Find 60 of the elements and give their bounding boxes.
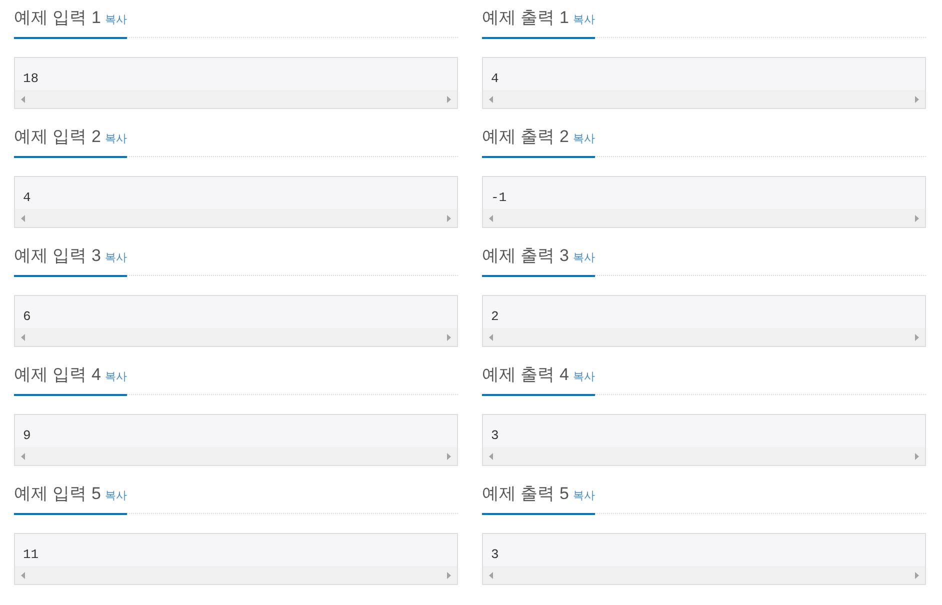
- scroll-right-icon[interactable]: [447, 214, 451, 222]
- horizontal-scrollbar[interactable]: [483, 90, 925, 108]
- horizontal-scrollbar[interactable]: [15, 90, 457, 108]
- scroll-left-icon[interactable]: [489, 572, 493, 578]
- scroll-right-icon[interactable]: [915, 452, 919, 460]
- sample-text: 9: [23, 428, 31, 443]
- scroll-left-icon[interactable]: [21, 96, 25, 102]
- horizontal-scrollbar[interactable]: [15, 566, 457, 584]
- sample-title: 예제 출력 2: [482, 126, 569, 148]
- sample-text: 18: [23, 71, 39, 86]
- sample-text: 3: [491, 428, 499, 443]
- copy-link[interactable]: 복사: [104, 128, 127, 150]
- scroll-left-icon[interactable]: [21, 334, 25, 340]
- sample-title: 예제 출력 5: [482, 483, 569, 505]
- sample-title: 예제 출력 1: [482, 7, 569, 29]
- scroll-left-icon[interactable]: [489, 214, 493, 222]
- sample-text: 3: [491, 547, 499, 562]
- scroll-left-icon[interactable]: [489, 334, 493, 340]
- copy-link[interactable]: 복사: [572, 247, 595, 269]
- copy-link[interactable]: 복사: [104, 247, 127, 269]
- scroll-right-icon[interactable]: [447, 452, 451, 460]
- copy-link[interactable]: 복사: [572, 128, 595, 150]
- sample-title: 예제 입력 3: [14, 245, 101, 267]
- sample-text: 4: [491, 71, 499, 86]
- copy-link[interactable]: 복사: [572, 366, 595, 388]
- horizontal-scrollbar[interactable]: [483, 566, 925, 584]
- scroll-right-icon[interactable]: [915, 96, 919, 102]
- sample-text: -1: [491, 190, 507, 205]
- sample-title: 예제 입력 2: [14, 126, 101, 148]
- copy-link[interactable]: 복사: [572, 485, 595, 507]
- sample-text: 11: [23, 547, 39, 562]
- sample-title: 예제 입력 1: [14, 7, 101, 29]
- sample-text: 6: [23, 309, 31, 324]
- sample-title: 예제 출력 3: [482, 245, 569, 267]
- horizontal-scrollbar[interactable]: [15, 447, 457, 465]
- scroll-right-icon[interactable]: [915, 572, 919, 578]
- scroll-left-icon[interactable]: [21, 452, 25, 460]
- horizontal-scrollbar[interactable]: [483, 209, 925, 227]
- horizontal-scrollbar[interactable]: [483, 328, 925, 346]
- sample-title: 예제 입력 4: [14, 364, 101, 386]
- copy-link[interactable]: 복사: [104, 366, 127, 388]
- horizontal-scrollbar[interactable]: [15, 209, 457, 227]
- scroll-left-icon[interactable]: [489, 452, 493, 460]
- scroll-left-icon[interactable]: [21, 214, 25, 222]
- sample-text: 4: [23, 190, 31, 205]
- scroll-right-icon[interactable]: [447, 334, 451, 340]
- scroll-right-icon[interactable]: [915, 334, 919, 340]
- sample-title: 예제 출력 4: [482, 364, 569, 386]
- sample-title: 예제 입력 5: [14, 483, 101, 505]
- scroll-right-icon[interactable]: [447, 572, 451, 578]
- copy-link[interactable]: 복사: [572, 9, 595, 31]
- copy-link[interactable]: 복사: [104, 485, 127, 507]
- horizontal-scrollbar[interactable]: [483, 447, 925, 465]
- scroll-left-icon[interactable]: [21, 572, 25, 578]
- horizontal-scrollbar[interactable]: [15, 328, 457, 346]
- scroll-right-icon[interactable]: [915, 214, 919, 222]
- copy-link[interactable]: 복사: [104, 9, 127, 31]
- scroll-right-icon[interactable]: [447, 96, 451, 102]
- sample-text: 2: [491, 309, 499, 324]
- scroll-left-icon[interactable]: [489, 96, 493, 102]
